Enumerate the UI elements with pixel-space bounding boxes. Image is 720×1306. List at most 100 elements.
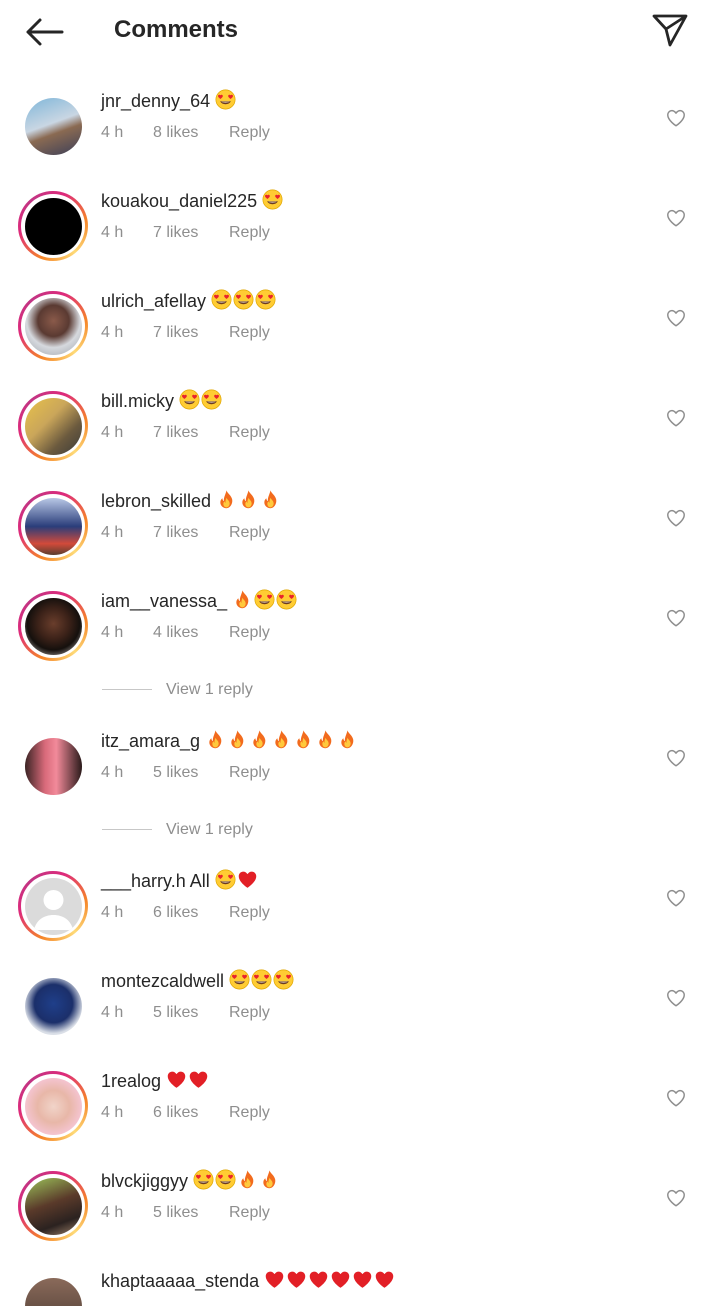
like-comment-button[interactable] [662,304,690,332]
like-comment-button[interactable] [662,404,690,432]
reply-button[interactable]: Reply [229,1002,270,1024]
avatar-story-ring[interactable] [18,491,88,561]
comment-meta: 4 h 5 likes Reply [101,1202,281,1224]
comment-likes-count[interactable]: 7 likes [153,422,198,444]
comment-meta: 4 h 7 likes Reply [101,422,270,444]
reply-button[interactable]: Reply [229,902,270,924]
comment-meta: 4 h 5 likes Reply [101,762,359,784]
fire-emoji-icon [237,1169,258,1190]
comment-username[interactable]: blvckjiggyy [101,1171,188,1191]
red-heart-emoji-icon [188,1069,209,1090]
view-replies[interactable]: View 1 reply [102,678,402,702]
like-comment-button[interactable] [662,604,690,632]
fire-emoji-icon [249,729,270,750]
reply-button[interactable]: Reply [229,762,270,784]
comment-username[interactable]: iam__vanessa_ [101,591,227,611]
comment-line: ulrich_afellay [101,288,277,314]
fire-emoji-icon [205,729,226,750]
comment-likes-count[interactable]: 4 likes [153,622,198,644]
like-comment-button[interactable] [662,204,690,232]
comment-likes-count[interactable]: 5 likes [153,1002,198,1024]
comment-line: jnr_denny_64 [101,88,237,114]
comment-line: bill.micky [101,388,223,414]
view-replies-divider [102,829,152,830]
comment-likes-count[interactable]: 7 likes [153,222,198,244]
avatar-wrapper[interactable] [18,731,88,801]
comment-row: ulrich_afellay 4 h 7 likes Reply [0,288,720,361]
comment-timestamp: 4 h [101,1204,124,1221]
fire-emoji-icon [259,1169,280,1190]
comment-username[interactable]: itz_amara_g [101,731,200,751]
comment-body: itz_amara_g 4 h 5 likes Reply [101,728,359,784]
comment-username[interactable]: ulrich_afellay [101,291,206,311]
comment-username[interactable]: 1realog [101,1071,161,1091]
comment-username[interactable]: montezcaldwell [101,971,224,991]
comment-timestamp: 4 h [101,224,124,241]
like-comment-button[interactable] [662,504,690,532]
avatar-story-ring[interactable] [18,291,88,361]
comment-likes-count[interactable]: 8 likes [153,122,198,144]
reply-button[interactable]: Reply [229,222,270,244]
avatar-wrapper[interactable] [18,971,88,1041]
comment-likes-count[interactable]: 5 likes [153,762,198,784]
like-comment-button[interactable] [662,104,690,132]
comment-meta: 4 h 8 likes Reply [101,122,270,144]
avatar-story-ring[interactable] [18,191,88,261]
heart-outline-icon [667,309,685,327]
reply-button[interactable]: Reply [229,1102,270,1124]
comment-row: itz_amara_g 4 h 5 likes Reply [0,728,720,798]
fire-emoji-icon [238,489,259,510]
comment-line: itz_amara_g [101,728,359,754]
like-comment-button[interactable] [662,744,690,772]
avatar [24,1177,82,1235]
comment-likes-count[interactable]: 7 likes [153,322,198,344]
like-comment-button[interactable] [662,1184,690,1212]
comment-username[interactable]: jnr_denny_64 [101,91,210,111]
red-heart-emoji-icon [374,1269,395,1290]
comment-row: lebron_skilled 4 h 7 likes Reply [0,488,720,561]
reply-button[interactable]: Reply [229,322,270,344]
comment-line: ___harry.h All [101,868,259,894]
comment-likes-count[interactable]: 6 likes [153,1102,198,1124]
comment-username[interactable]: kouakou_daniel225 [101,191,257,211]
avatar-wrapper[interactable] [18,91,88,161]
like-comment-button[interactable] [662,1084,690,1112]
avatar [24,97,82,155]
avatar-ring-gap [21,874,85,938]
comment-timestamp: 4 h [101,424,124,441]
heart-outline-icon [667,509,685,527]
comment-body: 1realog 4 h 6 likes Reply [101,1068,270,1124]
comment-timestamp: 4 h [101,324,124,341]
heart-outline-icon [667,889,685,907]
view-replies-label[interactable]: View 1 reply [166,818,253,842]
avatar-story-ring[interactable] [18,1171,88,1241]
avatar-story-ring[interactable] [18,591,88,661]
comment-timestamp: 4 h [101,1004,124,1021]
view-replies-divider [102,689,152,690]
reply-button[interactable]: Reply [229,622,270,644]
comment-username[interactable]: bill.micky [101,391,174,411]
view-replies[interactable]: View 1 reply [102,818,402,842]
comment-username[interactable]: lebron_skilled [101,491,211,511]
avatar-story-ring[interactable] [18,391,88,461]
avatar-story-ring[interactable] [18,1071,88,1141]
avatar-wrapper[interactable] [18,1271,88,1306]
view-replies-label[interactable]: View 1 reply [166,678,253,702]
avatar-story-ring[interactable] [18,871,88,941]
comment-likes-count[interactable]: 6 likes [153,902,198,924]
comment-username[interactable]: khaptaaaaa_stenda [101,1271,259,1291]
comment-line: blvckjiggyy [101,1168,281,1194]
like-comment-button[interactable] [662,984,690,1012]
reply-button[interactable]: Reply [229,122,270,144]
reply-button[interactable]: Reply [229,422,270,444]
reply-button[interactable]: Reply [229,522,270,544]
reply-button[interactable]: Reply [229,1202,270,1224]
heart-outline-icon [667,1189,685,1207]
like-comment-button[interactable] [662,884,690,912]
comment-timestamp: 4 h [101,124,124,141]
comment-body: iam__vanessa_ 4 h 4 likes Reply [101,588,298,644]
comment-username[interactable]: ___harry.h [101,871,186,891]
comment-likes-count[interactable]: 7 likes [153,522,198,544]
heart-eyes-emoji-icon [273,969,294,990]
comment-likes-count[interactable]: 5 likes [153,1202,198,1224]
